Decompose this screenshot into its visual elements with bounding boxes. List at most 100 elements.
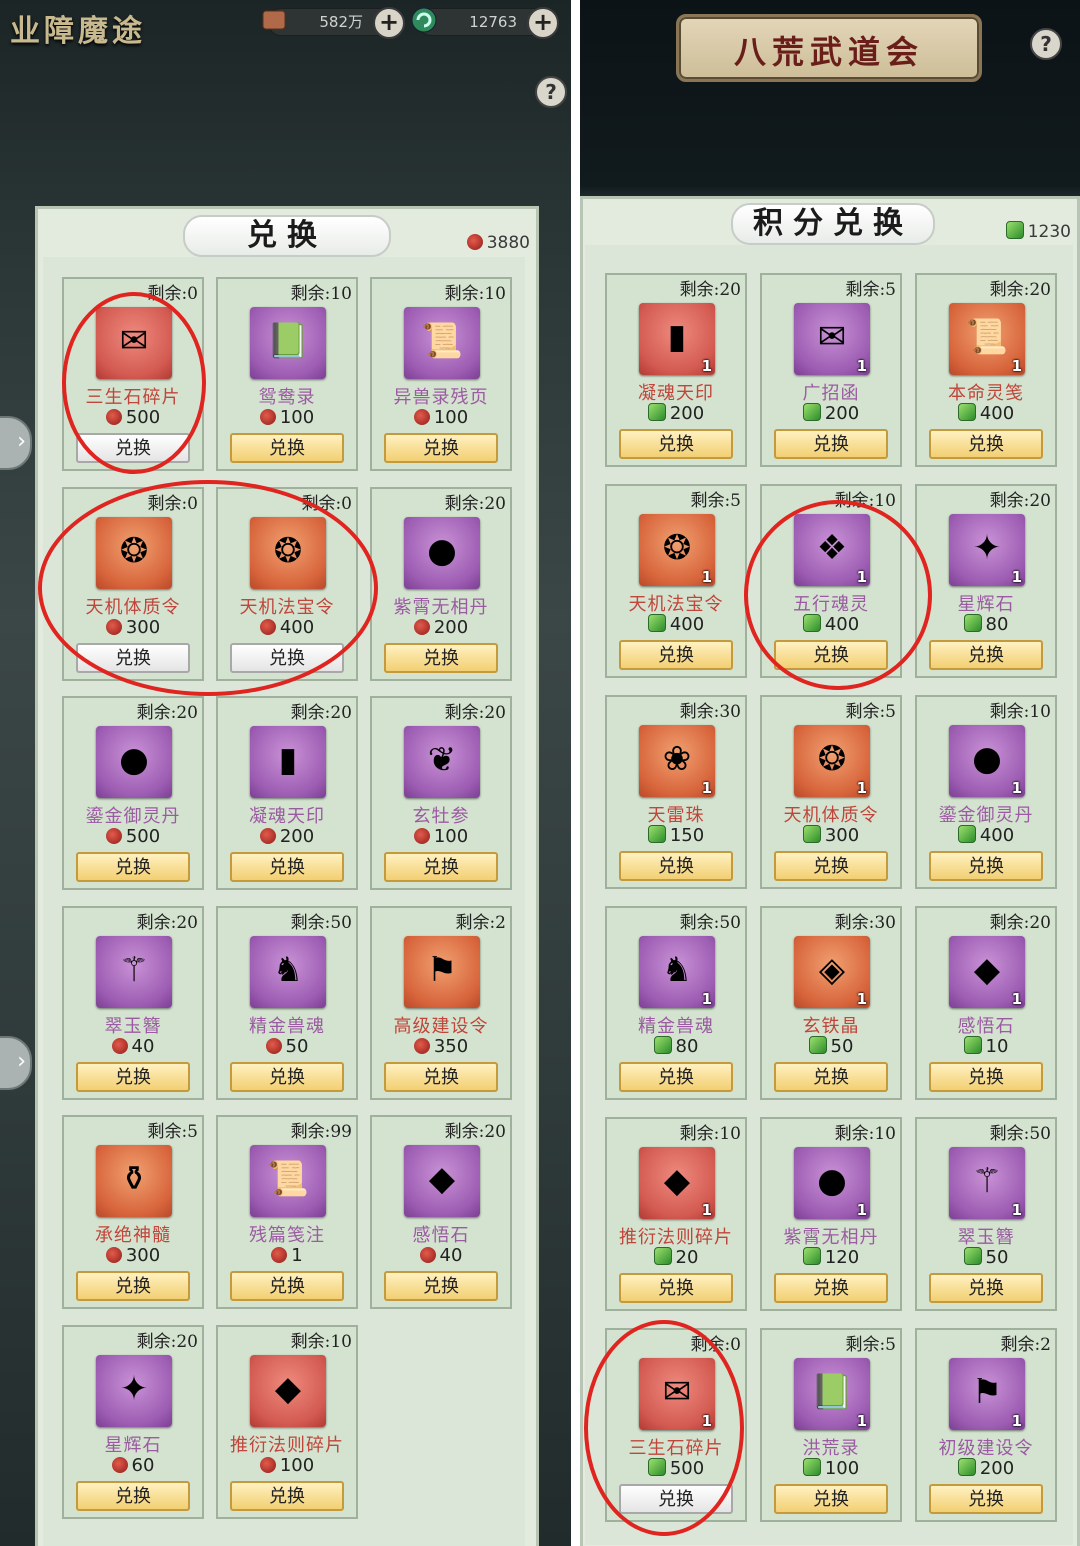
side-expand-tab[interactable]: › xyxy=(0,1036,32,1090)
exchange-button[interactable]: 兑换 xyxy=(774,1273,888,1303)
exchange-button[interactable]: 兑换 xyxy=(774,1062,888,1092)
exchange-button[interactable]: 兑换 xyxy=(230,1480,344,1511)
exchange-button[interactable]: 兑换 xyxy=(230,1061,344,1092)
exchange-button[interactable]: 兑换 xyxy=(76,1061,190,1092)
item-icon[interactable]: ◆ 1 xyxy=(949,936,1025,1008)
exchange-button[interactable]: 兑换 xyxy=(619,1484,733,1514)
item-card[interactable]: 剩余:30 ◈ 1 玄铁晶 50 兑换 xyxy=(760,906,902,1100)
item-card[interactable]: 剩余:0 ❂ 天机体质令 300 兑换 xyxy=(62,486,204,681)
item-card[interactable]: 剩余:5 ❂ 1 天机法宝令 400 兑换 xyxy=(605,484,747,678)
item-card[interactable]: 剩余:10 ◆ 1 推衍法则碎片 20 兑换 xyxy=(605,1117,747,1311)
item-icon[interactable]: ❖ 1 xyxy=(794,514,870,586)
item-card[interactable]: 剩余:10 ● 1 鎏金御灵丹 400 兑换 xyxy=(915,695,1057,889)
item-icon[interactable]: ⚑ 1 xyxy=(949,1358,1025,1430)
help-button[interactable]: ? xyxy=(1030,28,1062,60)
exchange-button[interactable]: 兑换 xyxy=(230,1271,344,1301)
item-icon[interactable]: ♞ 1 xyxy=(639,936,715,1008)
item-icon[interactable]: 📜 1 xyxy=(949,303,1025,375)
item-icon[interactable]: ❀ 1 xyxy=(639,725,715,797)
exchange-button[interactable]: 兑换 xyxy=(774,640,888,670)
exchange-button[interactable]: 兑换 xyxy=(384,1061,498,1092)
item-icon[interactable]: ▮ 1 xyxy=(639,303,715,375)
exchange-button[interactable]: 兑换 xyxy=(774,851,888,881)
item-card[interactable]: 剩余:20 ● 鎏金御灵丹 500 兑换 xyxy=(62,696,204,890)
item-icon[interactable]: ⚚ xyxy=(96,935,172,1008)
exchange-button[interactable]: 兑换 xyxy=(619,429,733,459)
item-icon[interactable]: ❂ 1 xyxy=(639,514,715,586)
exchange-button[interactable]: 兑换 xyxy=(619,851,733,881)
exchange-button[interactable]: 兑换 xyxy=(929,429,1043,459)
item-icon[interactable]: ❂ xyxy=(96,516,172,589)
exchange-button[interactable]: 兑换 xyxy=(384,642,498,673)
exchange-button[interactable]: 兑换 xyxy=(230,642,344,673)
add-resource-button[interactable]: + xyxy=(373,7,405,39)
item-icon[interactable]: ⚚ 1 xyxy=(949,1147,1025,1219)
item-card[interactable]: 剩余:50 ♞ 精金兽魂 50 兑换 xyxy=(216,905,358,1100)
item-card[interactable]: 剩余:20 ▮ 1 凝魂天印 200 兑换 xyxy=(605,273,747,467)
item-card[interactable]: 剩余:20 ◆ 感悟石 40 兑换 xyxy=(370,1115,512,1309)
exchange-button[interactable]: 兑换 xyxy=(384,852,498,882)
exchange-button[interactable]: 兑换 xyxy=(929,1484,1043,1514)
exchange-button[interactable]: 兑换 xyxy=(619,1273,733,1303)
item-icon[interactable]: ✉ 1 xyxy=(639,1358,715,1430)
item-card[interactable]: 剩余:20 ● 紫霄无相丹 200 兑换 xyxy=(370,486,512,681)
item-card[interactable]: 剩余:5 ⚱ 承绝神髓 300 兑换 xyxy=(62,1115,204,1309)
exchange-button[interactable]: 兑换 xyxy=(774,429,888,459)
side-expand-tab[interactable]: › xyxy=(0,416,32,470)
item-icon[interactable]: ❂ xyxy=(250,516,326,589)
item-card[interactable]: 剩余:2 ⚑ 1 初级建设令 200 兑换 xyxy=(915,1328,1057,1522)
exchange-button[interactable]: 兑换 xyxy=(76,433,190,463)
exchange-button[interactable]: 兑换 xyxy=(929,640,1043,670)
item-icon[interactable]: ◆ 1 xyxy=(639,1147,715,1219)
item-card[interactable]: 剩余:20 ✦ 1 星辉石 80 兑换 xyxy=(915,484,1057,678)
item-card[interactable]: 剩余:5 ❂ 1 天机体质令 300 兑换 xyxy=(760,695,902,889)
item-card[interactable]: 剩余:10 📜 异兽录残页 100 兑换 xyxy=(370,277,512,471)
item-icon[interactable]: ⚑ xyxy=(404,935,480,1008)
item-icon[interactable]: ● 1 xyxy=(794,1147,870,1219)
exchange-button[interactable]: 兑换 xyxy=(384,1271,498,1301)
add-resource-button[interactable]: + xyxy=(527,7,559,39)
exchange-button[interactable]: 兑换 xyxy=(619,1062,733,1092)
item-card[interactable]: 剩余:10 ● 1 紫霄无相丹 120 兑换 xyxy=(760,1117,902,1311)
item-card[interactable]: 剩余:2 ⚑ 高级建设令 350 兑换 xyxy=(370,905,512,1100)
item-icon[interactable]: ◆ xyxy=(404,1145,480,1217)
exchange-button[interactable]: 兑换 xyxy=(929,851,1043,881)
item-card[interactable]: 剩余:50 ♞ 1 精金兽魂 80 兑换 xyxy=(605,906,747,1100)
item-card[interactable]: 剩余:10 ❖ 1 五行魂灵 400 兑换 xyxy=(760,484,902,678)
item-card[interactable]: 剩余:20 ▮ 凝魂天印 200 兑换 xyxy=(216,696,358,890)
item-card[interactable]: 剩余:5 ✉ 1 广招函 200 兑换 xyxy=(760,273,902,467)
item-card[interactable]: 剩余:0 ❂ 天机法宝令 400 兑换 xyxy=(216,486,358,681)
exchange-button[interactable]: 兑换 xyxy=(76,1271,190,1301)
item-icon[interactable]: ⚱ xyxy=(96,1145,172,1217)
item-card[interactable]: 剩余:10 📗 鸳鸯录 100 兑换 xyxy=(216,277,358,471)
item-icon[interactable]: ✦ 1 xyxy=(949,514,1025,586)
item-card[interactable]: 剩余:20 ✦ 星辉石 60 兑换 xyxy=(62,1324,204,1519)
item-icon[interactable]: 📜 xyxy=(404,307,480,379)
item-card[interactable]: 剩余:30 ❀ 1 天雷珠 150 兑换 xyxy=(605,695,747,889)
exchange-button[interactable]: 兑换 xyxy=(619,640,733,670)
item-card[interactable]: 剩余:50 ⚚ 1 翠玉簪 50 兑换 xyxy=(915,1117,1057,1311)
exchange-button[interactable]: 兑换 xyxy=(76,1480,190,1511)
item-icon[interactable]: ❦ xyxy=(404,726,480,798)
item-card[interactable]: 剩余:20 ◆ 1 感悟石 10 兑换 xyxy=(915,906,1057,1100)
help-button[interactable]: ? xyxy=(535,76,567,108)
item-card[interactable]: 剩余:5 📗 1 洪荒录 100 兑换 xyxy=(760,1328,902,1522)
item-icon[interactable]: ✉ xyxy=(96,307,172,379)
item-card[interactable]: 剩余:99 📜 残篇笺注 1 兑换 xyxy=(216,1115,358,1309)
item-icon[interactable]: 📜 xyxy=(250,1145,326,1217)
exchange-button[interactable]: 兑换 xyxy=(230,852,344,882)
item-card[interactable]: 剩余:0 ✉ 三生石碎片 500 兑换 xyxy=(62,277,204,471)
item-icon[interactable]: 📗 1 xyxy=(794,1358,870,1430)
exchange-button[interactable]: 兑换 xyxy=(76,642,190,673)
item-card[interactable]: 剩余:20 📜 1 本命灵笺 400 兑换 xyxy=(915,273,1057,467)
item-card[interactable]: 剩余:0 ✉ 1 三生石碎片 500 兑换 xyxy=(605,1328,747,1522)
item-icon[interactable]: ✉ 1 xyxy=(794,303,870,375)
item-icon[interactable]: ◆ xyxy=(250,1354,326,1427)
item-card[interactable]: 剩余:10 ◆ 推衍法则碎片 100 兑换 xyxy=(216,1324,358,1519)
item-icon[interactable]: ✦ xyxy=(96,1354,172,1427)
item-icon[interactable]: ● xyxy=(404,516,480,589)
item-icon[interactable]: ● 1 xyxy=(949,725,1025,797)
exchange-button[interactable]: 兑换 xyxy=(929,1062,1043,1092)
item-icon[interactable]: 📗 xyxy=(250,307,326,379)
item-card[interactable]: 剩余:20 ❦ 玄牡参 100 兑换 xyxy=(370,696,512,890)
